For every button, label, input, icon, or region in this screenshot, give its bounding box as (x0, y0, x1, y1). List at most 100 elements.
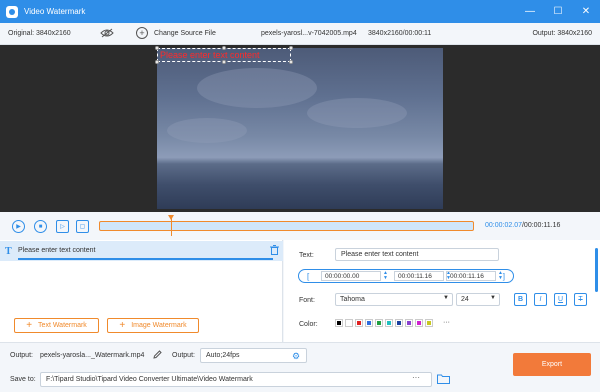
chevron-down-icon: ▼ (490, 295, 496, 301)
time-range-control: [ 00:00:00.00 ▲ ▼ 00:00:11.16 ▲ ▼ 00:00:11… (298, 269, 514, 283)
timeline-track[interactable] (99, 215, 474, 236)
color-swatch[interactable] (375, 319, 383, 327)
plus-icon: + (119, 320, 126, 331)
cloud-shape (167, 118, 247, 143)
current-time: 00:00:02.07 (485, 222, 522, 229)
add-text-watermark-button[interactable]: + Text Watermark (14, 318, 99, 333)
resize-handle[interactable] (155, 46, 159, 50)
color-swatch[interactable] (345, 319, 353, 327)
set-end-bracket-button[interactable]: ] (503, 272, 505, 281)
strikethrough-button[interactable]: T (574, 293, 587, 306)
playhead-marker[interactable] (167, 215, 174, 236)
browse-button[interactable]: ··· (412, 373, 420, 382)
start-time-field[interactable]: 00:00:00.00 ▲ ▼ (321, 271, 388, 281)
cloud-shape (307, 98, 407, 128)
save-to-label: Save to: (10, 376, 36, 383)
resize-handle[interactable] (155, 60, 159, 64)
window-controls: — ☐ ✕ (516, 0, 600, 23)
minimize-button[interactable]: — (516, 0, 544, 23)
watermark-properties-panel: Text: Please enter text content [ 00:00:… (284, 240, 600, 342)
duration-value: 00:00:11.16 (398, 272, 432, 280)
bold-button[interactable]: B (514, 293, 527, 306)
layer-item[interactable]: T Please enter text content (0, 241, 283, 261)
end-time-value: 00:00:11.16 (450, 272, 484, 280)
stop-button[interactable]: ■ (34, 220, 47, 233)
text-layer-icon: T (5, 246, 12, 257)
watermark-text-input[interactable]: Please enter text content (335, 248, 499, 261)
font-family-select[interactable]: Tahoma ▼ (335, 293, 453, 306)
source-dimensions: 3840x2160/00:00:11 (368, 30, 432, 37)
add-image-watermark-button[interactable]: + Image Watermark (107, 318, 199, 333)
color-swatch[interactable] (365, 319, 373, 327)
text-label: Text: (299, 252, 314, 259)
bottom-bar: Output: pexels-yarosla..._Watermark.mp4 … (0, 342, 600, 392)
underline-button[interactable]: U (554, 293, 567, 306)
change-source-button[interactable]: + Change Source File (136, 27, 216, 39)
set-start-bracket-button[interactable]: [ (307, 272, 309, 281)
resize-handle[interactable] (222, 46, 226, 50)
color-swatch[interactable] (425, 319, 433, 327)
add-image-watermark-label: Image Watermark (131, 322, 187, 329)
add-text-watermark-label: Text Watermark (38, 322, 87, 329)
timeline-bar: ▶ ■ ▷ ▢ 00:00:02.07/00:00:11.16 (0, 212, 600, 240)
save-path-field[interactable]: F:\Tipard Studio\Tipard Video Converter … (40, 372, 432, 387)
output-format-select[interactable]: Auto;24fps (200, 348, 307, 363)
chevron-down-icon: ▼ (443, 295, 449, 301)
resize-handle[interactable] (222, 60, 226, 64)
font-label: Font: (299, 297, 315, 304)
font-size-value: 24 (461, 296, 469, 303)
info-bar: Original: 3840x2160 + Change Source File… (0, 23, 600, 45)
next-frame-button[interactable]: ▷ (56, 220, 69, 233)
output-filename: pexels-yarosla..._Watermark.mp4 (40, 352, 145, 359)
resize-handle[interactable] (289, 46, 293, 50)
title-bar: Video Watermark — ☐ ✕ (0, 0, 600, 23)
trash-icon[interactable] (270, 245, 279, 257)
output-format-label: Output: (172, 352, 195, 359)
layer-underline (18, 258, 273, 260)
output-file-label: Output: (10, 352, 33, 359)
stepper-icon[interactable]: ▲ ▼ (383, 271, 388, 281)
color-swatch[interactable] (405, 319, 413, 327)
color-swatch[interactable] (335, 319, 343, 327)
original-resolution: Original: 3840x2160 (8, 30, 71, 37)
more-colors-button[interactable]: ··· (443, 319, 450, 326)
change-source-label: Change Source File (154, 29, 216, 37)
duration-field[interactable]: 00:00:11.16 ▲ ▼ (394, 271, 451, 281)
export-button[interactable]: Export (513, 353, 591, 376)
app-logo-icon (6, 5, 18, 18)
play-button[interactable]: ▶ (12, 220, 25, 233)
color-swatch[interactable] (385, 319, 393, 327)
gear-icon[interactable]: ⚙ (292, 351, 300, 362)
font-size-select[interactable]: 24 ▼ (456, 293, 500, 306)
watermark-layers-panel: T Please enter text content + Text Water… (0, 240, 283, 342)
panel-scrollbar[interactable] (595, 248, 598, 292)
font-family-value: Tahoma (340, 296, 365, 303)
video-preview-area: Please enter text content (0, 45, 600, 212)
restore-button[interactable]: ☐ (544, 0, 572, 23)
close-button[interactable]: ✕ (572, 0, 600, 23)
layer-label: Please enter text content (18, 247, 96, 254)
add-circle-icon: + (136, 27, 148, 39)
time-readout: 00:00:02.07/00:00:11.16 (485, 222, 560, 229)
window-title: Video Watermark (24, 7, 86, 16)
color-swatch[interactable] (355, 319, 363, 327)
color-label: Color: (299, 321, 318, 328)
folder-icon[interactable] (437, 373, 450, 386)
edit-pencil-icon[interactable] (153, 350, 162, 361)
video-frame (157, 48, 443, 209)
source-filename: pexels-yarosl...v-7042005.mp4 (261, 30, 357, 37)
end-time-field[interactable]: 00:00:11.16 ▲ ▼ (446, 271, 503, 281)
resize-handle[interactable] (289, 60, 293, 64)
total-time: /00:00:11.16 (521, 222, 561, 229)
eye-toggle-icon[interactable] (100, 28, 114, 40)
watermark-text: Please enter text content (160, 50, 260, 60)
output-resolution: Output: 3840x2160 (532, 30, 592, 37)
italic-button[interactable]: I (534, 293, 547, 306)
cloud-shape (197, 68, 317, 108)
start-time-value: 00:00:00.00 (325, 272, 360, 280)
color-swatch[interactable] (415, 319, 423, 327)
color-swatch[interactable] (395, 319, 403, 327)
plus-icon: + (26, 320, 33, 331)
loop-button[interactable]: ▢ (76, 220, 89, 233)
watermark-text-box[interactable]: Please enter text content (155, 46, 293, 64)
